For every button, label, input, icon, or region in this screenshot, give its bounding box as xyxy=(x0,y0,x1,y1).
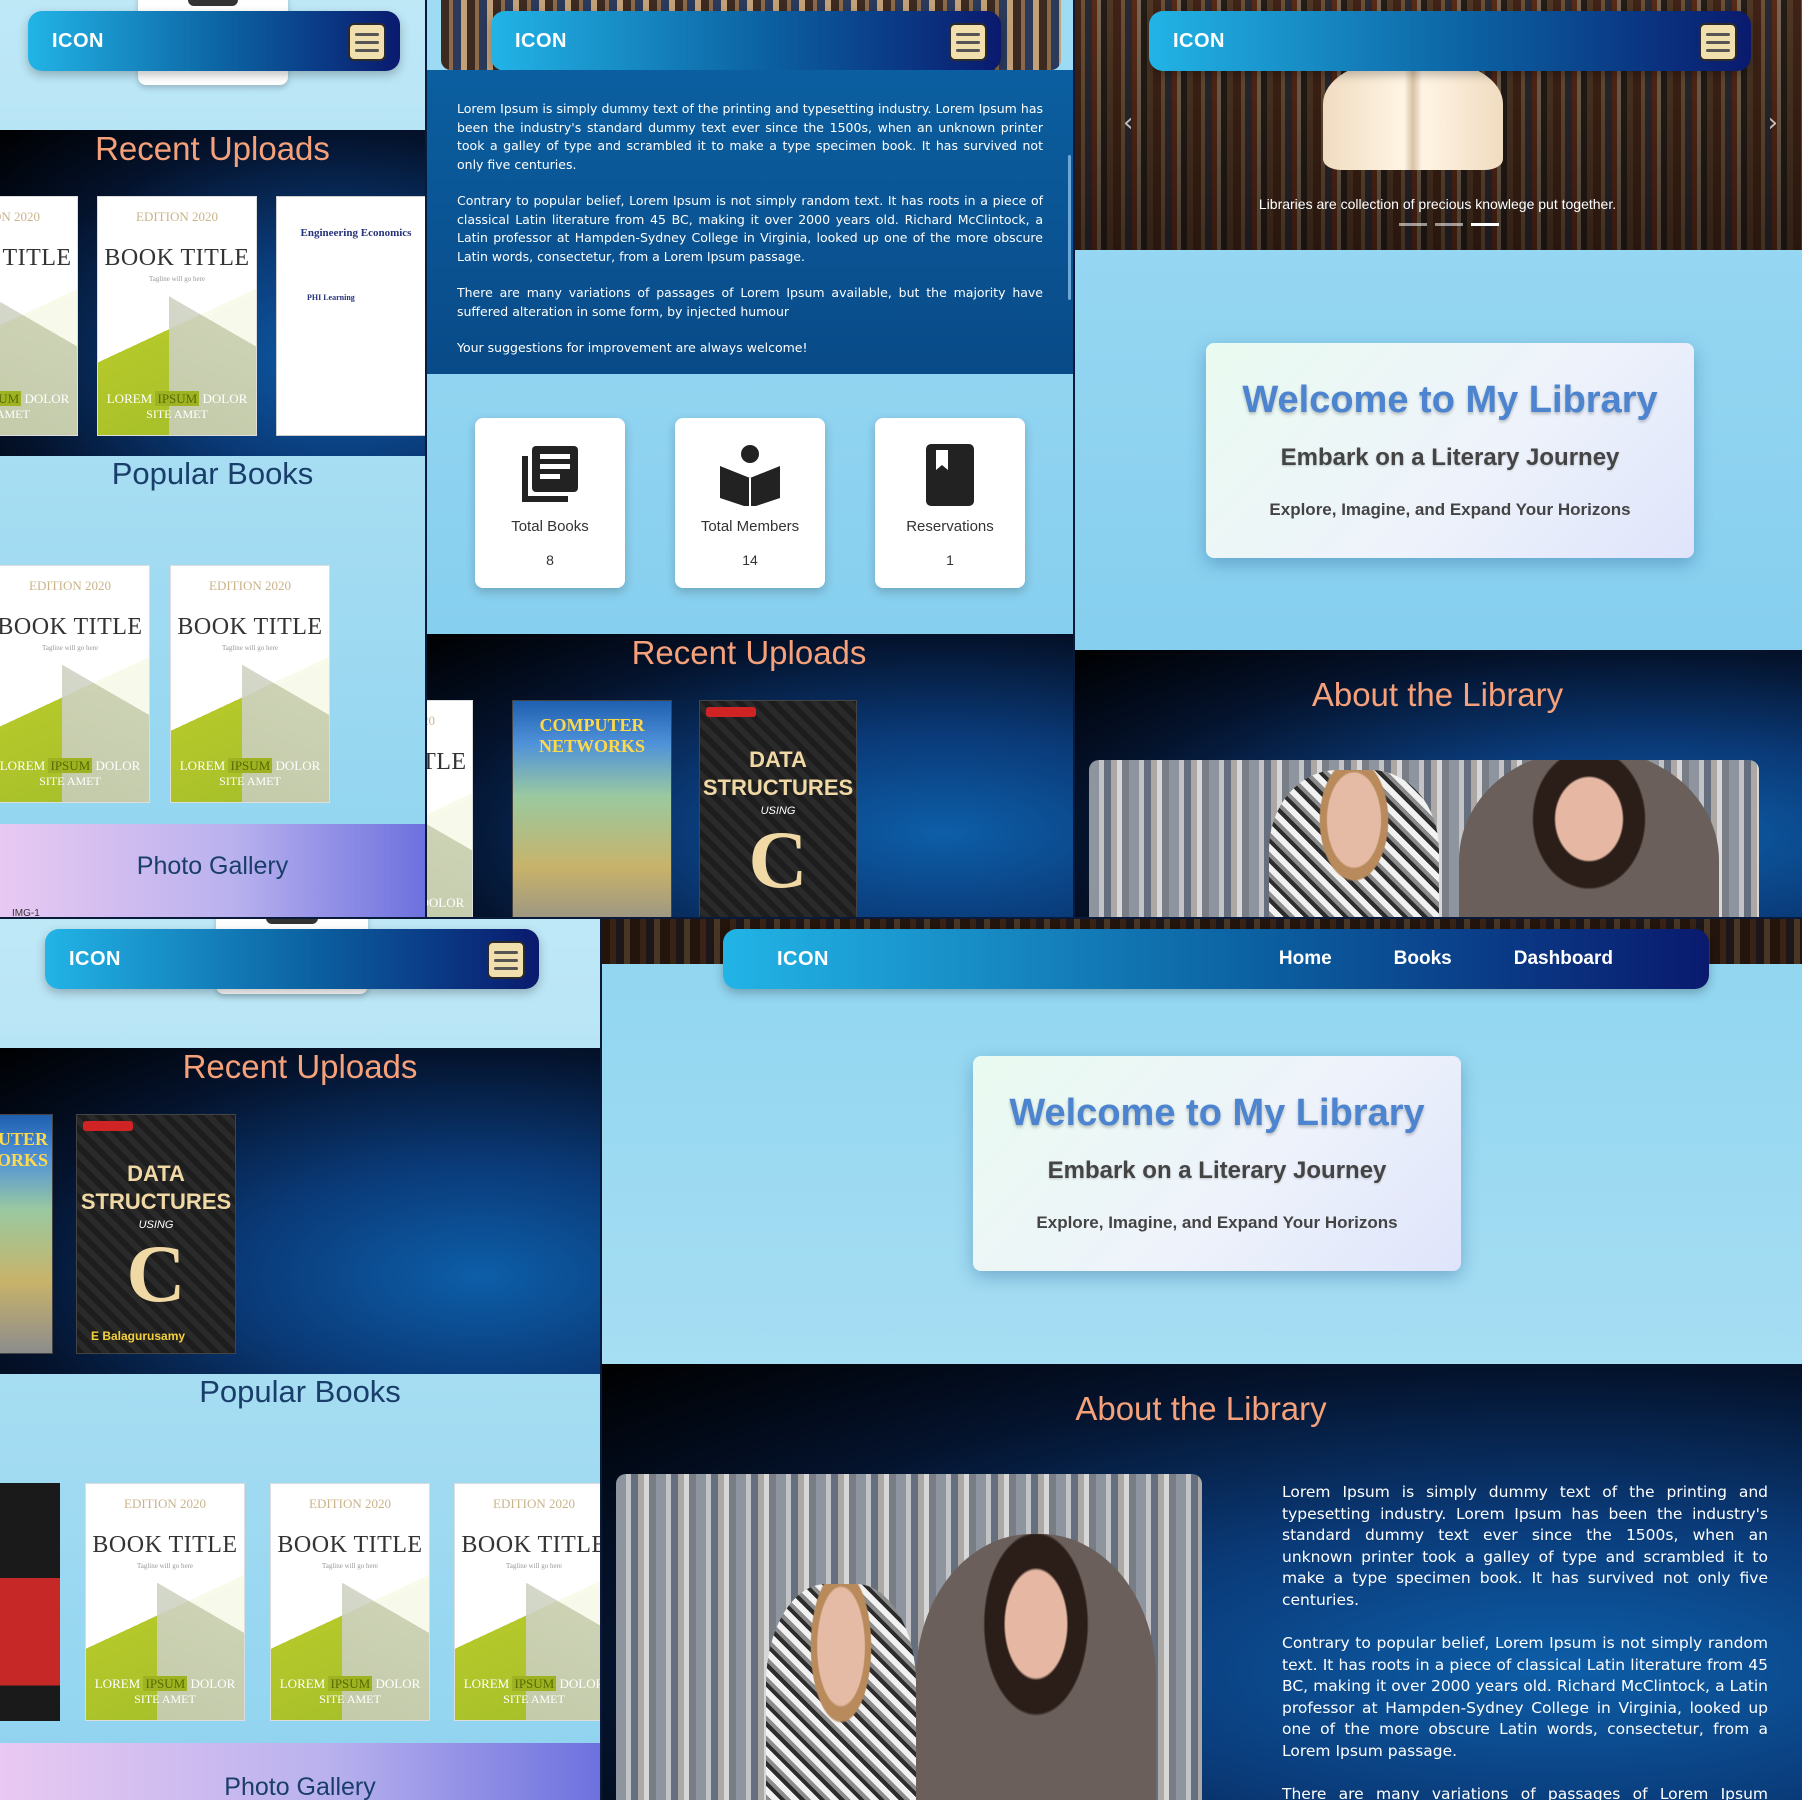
carousel-indicator[interactable] xyxy=(1399,223,1427,226)
book-cover-computer-networks[interactable]: COMPUTER NETWORKS xyxy=(0,1114,53,1354)
panel-divider xyxy=(1073,0,1075,918)
brand-logo[interactable]: ICON xyxy=(52,30,104,53)
card-notch xyxy=(188,0,238,6)
book-cover-data-structures[interactable]: DATA STRUCTURES USING C xyxy=(699,700,857,918)
carousel-indicator[interactable] xyxy=(1435,223,1463,226)
brand-logo[interactable]: ICON xyxy=(777,948,829,971)
stat-label: Reservations xyxy=(906,518,994,535)
about-library-photo xyxy=(616,1474,1202,1800)
brand-logo[interactable]: ICON xyxy=(1173,30,1225,53)
hero-subtitle: Embark on a Literary Journey xyxy=(1047,1157,1387,1184)
carousel-indicator-active[interactable] xyxy=(1471,223,1499,226)
scrollbar[interactable] xyxy=(1068,155,1071,300)
panel-divider xyxy=(0,917,1802,919)
hero-tagline: Explore, Imagine, and Expand Your Horizo… xyxy=(1036,1213,1398,1232)
about-paragraph-2: Contrary to popular belief, Lorem Ipsum … xyxy=(457,193,1043,264)
carousel-next-icon[interactable]: › xyxy=(1768,108,1778,138)
about-library-photo xyxy=(1089,760,1759,918)
carousel-prev-icon[interactable]: ‹ xyxy=(1123,108,1133,138)
hero-title: Welcome to My Library xyxy=(1242,379,1658,421)
section-title-popular-books: Popular Books xyxy=(199,1374,401,1409)
recent-uploads-section: Recent Uploads COMPUTER NETWORKS DATA ST… xyxy=(0,1048,600,1374)
navbar: ICON xyxy=(28,11,400,71)
book-cover[interactable] xyxy=(0,1483,60,1721)
book-cover[interactable]: EDITION 2020 BOOK TITLE Tagline will go … xyxy=(0,565,150,803)
panel-mobile-home-2: ICON Recent Uploads COMPUTER NETWORKS DA… xyxy=(0,918,600,1800)
stat-value: 1 xyxy=(946,552,954,568)
stat-label: Total Members xyxy=(700,518,800,535)
stat-card-total-members[interactable]: Total Members 14 xyxy=(675,418,825,588)
library-books-icon xyxy=(522,446,578,502)
photo-gallery-section: Photo Gallery xyxy=(0,1743,600,1800)
section-title-photo-gallery: Photo Gallery xyxy=(136,852,289,880)
panel-desktop-home: ICON Home Books Dashboard Welcome to My … xyxy=(600,918,1802,1800)
stat-value: 8 xyxy=(546,552,554,568)
navbar: ICON xyxy=(491,11,1001,71)
hero-welcome-card: Welcome to My Library Embark on a Litera… xyxy=(973,1056,1461,1271)
book-cover[interactable]: EDITION 2020 BOOK TITLE LOREM IPSUM DOLO… xyxy=(425,700,473,918)
panel-divider xyxy=(425,0,427,918)
stat-card-total-books[interactable]: Total Books 8 xyxy=(475,418,625,588)
panel-divider xyxy=(600,918,602,1800)
panel-tablet-home: ‹ › Libraries are collection of precious… xyxy=(1073,0,1802,918)
stat-label: Total Books xyxy=(511,518,589,535)
carousel-caption: Libraries are collection of precious kno… xyxy=(1258,196,1617,212)
hero-welcome-card: Welcome to My Library Embark on a Litera… xyxy=(1206,343,1694,558)
bookmark-book-icon xyxy=(926,444,974,506)
book-cover[interactable]: EDITION 2020 BOOK TITLE Tagline will go … xyxy=(97,196,257,436)
navbar: ICON Home Books Dashboard xyxy=(723,929,1709,989)
section-title-recent-uploads: Recent Uploads xyxy=(95,130,330,167)
about-paragraph-3: There are many variations of passages of… xyxy=(457,285,1043,319)
nav-link-books[interactable]: Books xyxy=(1394,948,1452,970)
nav-links: Home Books Dashboard xyxy=(1279,929,1613,989)
book-cover-engineering-economics[interactable]: Engineering Economics PHI Learning xyxy=(276,196,425,436)
about-paragraph-4: Your suggestions for improvement are alw… xyxy=(457,340,808,355)
brand-logo[interactable]: ICON xyxy=(515,30,567,53)
about-paragraph-1: Lorem Ipsum is simply dummy text of the … xyxy=(457,101,1043,172)
hamburger-menu-button[interactable] xyxy=(949,23,987,61)
book-cover[interactable]: EDITION 2020 BOOK TITLE Tagline will go … xyxy=(170,565,330,803)
navbar: ICON xyxy=(1149,11,1751,71)
photo-gallery-section: Photo Gallery IMG-1 xyxy=(0,824,425,918)
recent-uploads-section: Recent Uploads EDITION 2020 BOOK TITLE L… xyxy=(425,634,1073,918)
stat-card-reservations[interactable]: Reservations 1 xyxy=(875,418,1025,588)
navbar: ICON xyxy=(45,929,539,989)
about-section: About the Library xyxy=(1073,650,1802,918)
brand-logo[interactable]: ICON xyxy=(69,948,121,971)
hamburger-menu-button[interactable] xyxy=(1699,23,1737,61)
section-title-about: About the Library xyxy=(1075,1390,1327,1427)
section-title-popular-books: Popular Books xyxy=(111,456,314,491)
stat-value: 14 xyxy=(742,552,758,568)
hamburger-menu-button[interactable] xyxy=(348,23,386,61)
hero-subtitle: Embark on a Literary Journey xyxy=(1280,444,1620,471)
section-title-about: About the Library xyxy=(1311,676,1564,713)
nav-link-dashboard[interactable]: Dashboard xyxy=(1514,948,1613,970)
about-paragraph-3: There are many variations of passages of… xyxy=(1282,1785,1768,1800)
book-cover[interactable]: EDITION 2020 BOOK TITLE LOREM IPSUM DOLO… xyxy=(0,196,78,436)
about-text-block: Lorem Ipsum is simply dummy text of the … xyxy=(425,70,1073,374)
about-paragraph-1: Lorem Ipsum is simply dummy text of the … xyxy=(1282,1483,1768,1609)
book-cover[interactable]: EDITION 2020 BOOK TITLE Tagline will go … xyxy=(454,1483,600,1721)
panel-dashboard-view: ICON Lorem Ipsum is simply dummy text of… xyxy=(425,0,1073,918)
book-cover[interactable]: EDITION 2020 BOOK TITLE Tagline will go … xyxy=(85,1483,245,1721)
book-cover-computer-networks[interactable]: COMPUTER NETWORKS xyxy=(512,700,672,918)
book-cover-data-structures[interactable]: DATA STRUCTURES USING C E Balagurusamy xyxy=(76,1114,236,1354)
panel-mobile-home-1: ICON Recent Uploads EDITION 2020 BOOK TI… xyxy=(0,0,425,918)
open-book-image xyxy=(1323,60,1503,170)
collage-root: ICON Recent Uploads EDITION 2020 BOOK TI… xyxy=(0,0,1802,1800)
hero-tagline: Explore, Imagine, and Expand Your Horizo… xyxy=(1269,500,1631,519)
reader-icon xyxy=(720,445,780,506)
about-section: About the Library Lorem Ipsum is simply … xyxy=(600,1364,1802,1800)
book-cover[interactable]: EDITION 2020 BOOK TITLE Tagline will go … xyxy=(270,1483,430,1721)
nav-link-home[interactable]: Home xyxy=(1279,948,1332,970)
hero-title: Welcome to My Library xyxy=(1009,1092,1425,1134)
about-paragraph-2: Contrary to popular belief, Lorem Ipsum … xyxy=(1282,1634,1768,1760)
recent-uploads-section: Recent Uploads EDITION 2020 BOOK TITLE L… xyxy=(0,130,425,456)
section-title-recent-uploads: Recent Uploads xyxy=(182,1048,418,1085)
section-title-photo-gallery: Photo Gallery xyxy=(224,1773,376,1800)
section-title-recent-uploads: Recent Uploads xyxy=(631,634,867,671)
hamburger-menu-button[interactable] xyxy=(487,941,525,979)
